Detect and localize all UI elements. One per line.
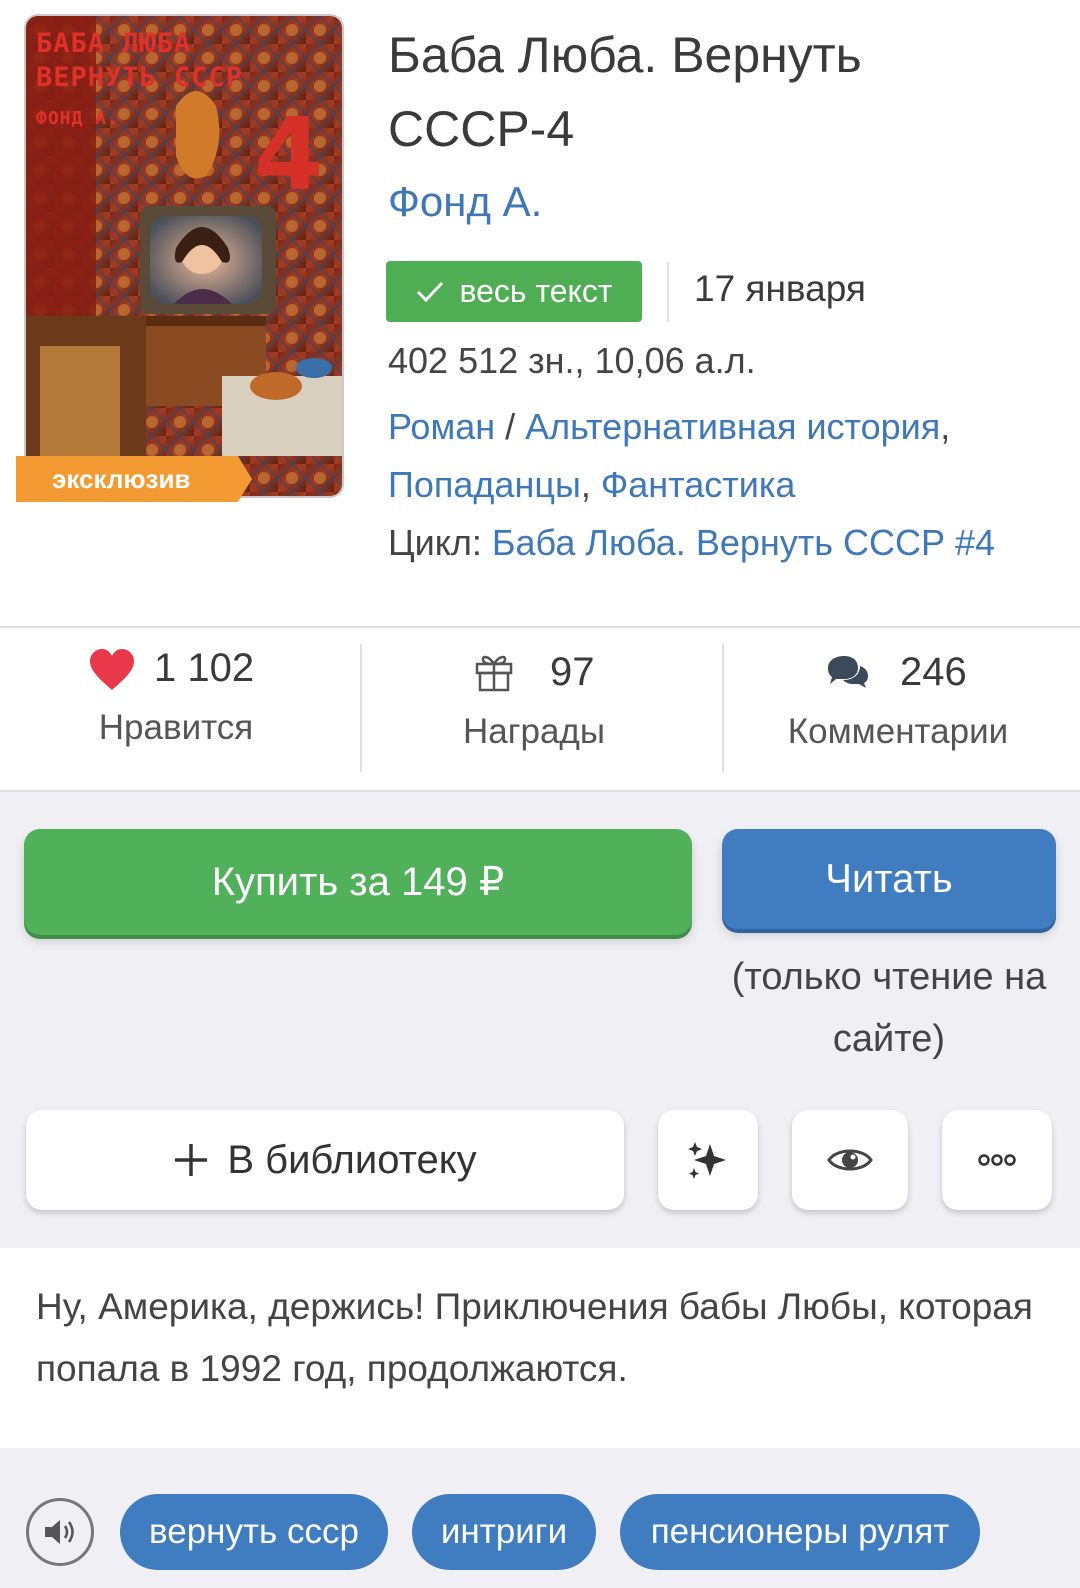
genre-link-alt-history[interactable]: Альтернативная история [525, 406, 940, 447]
genre-list: Роман / Альтернативная история, Попаданц… [388, 398, 1048, 514]
plus-icon [175, 1144, 208, 1176]
exclusive-badge: эксклюзив [16, 456, 252, 502]
gift-icon [475, 655, 513, 692]
genre-separator: / [495, 406, 526, 447]
add-to-library-button[interactable]: В библиотеку [26, 1110, 624, 1210]
watch-button[interactable] [792, 1110, 908, 1210]
cover-title-line1: БАБА ЛЮБА [36, 28, 192, 59]
comments-icon [828, 656, 868, 688]
cycle-info: Цикл: Баба Люба. Вернуть СССР #4 [388, 522, 995, 564]
cover-number: 4 [254, 96, 324, 213]
eye-icon [827, 1149, 873, 1171]
sound-button[interactable] [26, 1498, 94, 1566]
library-label: В библиотеку [227, 1137, 477, 1182]
tag-intrigi[interactable]: интриги [412, 1494, 596, 1570]
more-icon [978, 1154, 1016, 1166]
cover-title-line2: ВЕРНУТЬ СССР [36, 62, 244, 93]
likes-count: 1 102 [154, 646, 255, 690]
tag-pensionery[interactable]: пенсионеры рулят [620, 1494, 980, 1570]
read-button[interactable]: Читать [722, 829, 1056, 929]
update-date: 17 января [694, 268, 866, 309]
author-link[interactable]: Фонд А. [388, 178, 542, 226]
awards-count: 97 [550, 650, 595, 694]
read-note: (только чтение на сайте) [731, 956, 1047, 1060]
heart-icon [90, 649, 134, 690]
likes-label: Нравится [98, 708, 254, 747]
cover-author: ФОНД А. [36, 108, 119, 129]
stats-bar: 1 102 Нравится 97 Награды 246 Комментари… [0, 628, 1080, 792]
book-description: Ну, Америка, держись! Приключения бабы Л… [36, 1286, 1033, 1389]
cycle-link[interactable]: Баба Люба. Вернуть СССР #4 [492, 522, 995, 563]
tag-vernut-sssr[interactable]: вернуть ссср [120, 1494, 388, 1570]
awards-stat[interactable]: 97 Награды [360, 628, 720, 790]
recommend-button[interactable] [658, 1110, 758, 1210]
genre-link-novel[interactable]: Роман [388, 406, 495, 447]
full-text-label: весь текст [459, 273, 613, 309]
comments-label: Комментарии [787, 712, 1009, 751]
full-text-badge: весь текст [386, 261, 642, 322]
book-size: 402 512 зн., 10,06 а.л. [388, 340, 756, 381]
description-panel: Ну, Америка, держись! Приключения бабы Л… [0, 1248, 1080, 1448]
awards-label: Награды [462, 712, 606, 751]
book-header: БАБА ЛЮБА ВЕРНУТЬ СССР ФОНД А. 4 эксклюз… [0, 0, 1080, 628]
genre-link-fantastika[interactable]: Фантастика [601, 464, 796, 505]
likes-stat[interactable]: 1 102 Нравится [0, 628, 360, 790]
genre-comma: , [580, 464, 591, 505]
book-cover[interactable]: БАБА ЛЮБА ВЕРНУТЬ СССР ФОНД А. 4 [24, 14, 344, 498]
check-icon [417, 281, 444, 302]
divider [667, 262, 669, 322]
book-title: Баба Люба. Вернуть СССР-4 [388, 27, 862, 157]
genre-link-popadantsy[interactable]: Попаданцы [388, 464, 581, 505]
genre-comma: , [940, 406, 951, 447]
more-button[interactable] [942, 1110, 1052, 1210]
comments-stat[interactable]: 246 Комментарии [720, 628, 1080, 790]
cycle-label: Цикл: [388, 522, 492, 563]
comments-count: 246 [900, 650, 967, 694]
buy-button[interactable]: Купить за 149 ₽ [24, 829, 692, 935]
sparkle-icon [688, 1142, 726, 1179]
speaker-icon [45, 1520, 74, 1544]
